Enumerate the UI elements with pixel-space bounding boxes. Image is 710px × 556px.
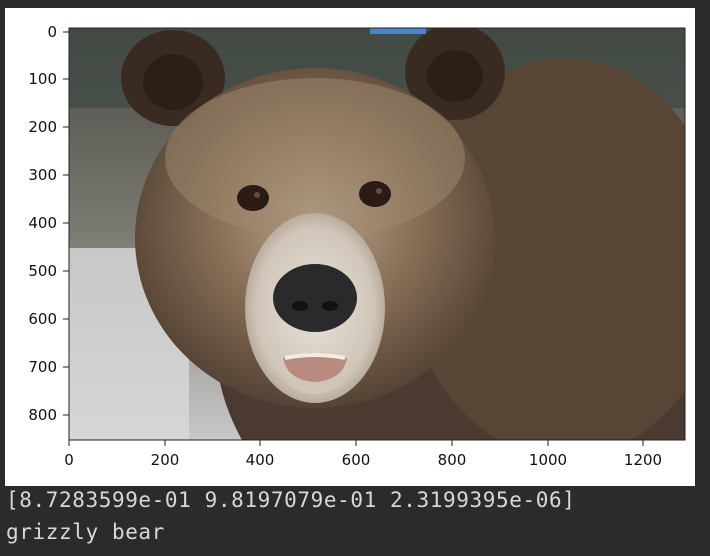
bear-image (69, 28, 685, 440)
plot-canvas: 0 100 200 300 400 500 600 700 800 0 200 … (28, 23, 686, 469)
y-tick-label: 400 (28, 214, 57, 232)
y-axis: 0 100 200 300 400 500 600 700 800 (28, 23, 69, 424)
x-axis: 0 200 400 600 800 1000 1200 (64, 440, 662, 469)
stdout-prediction: grizzly bear (6, 520, 165, 544)
x-tick-label: 600 (342, 451, 371, 469)
x-tick-label: 800 (438, 451, 467, 469)
overlay-bar (370, 28, 426, 34)
matplotlib-figure: 0 100 200 300 400 500 600 700 800 0 200 … (5, 8, 695, 486)
y-tick-label: 600 (28, 310, 57, 328)
y-tick-label: 500 (28, 262, 57, 280)
stdout-probabilities: [8.7283599e-01 9.8197079e-01 2.3199395e-… (6, 488, 576, 512)
y-tick-label: 100 (28, 70, 57, 88)
x-tick-label: 1200 (624, 451, 662, 469)
y-tick-label: 300 (28, 166, 57, 184)
x-tick-label: 200 (151, 451, 180, 469)
y-tick-label: 200 (28, 118, 57, 136)
notebook-output-cell: 0 100 200 300 400 500 600 700 800 0 200 … (0, 0, 710, 556)
y-tick-label: 0 (47, 23, 57, 41)
x-tick-label: 1000 (529, 451, 567, 469)
x-tick-label: 0 (64, 451, 74, 469)
y-tick-label: 800 (28, 406, 57, 424)
y-tick-label: 700 (28, 358, 57, 376)
x-tick-label: 400 (246, 451, 275, 469)
